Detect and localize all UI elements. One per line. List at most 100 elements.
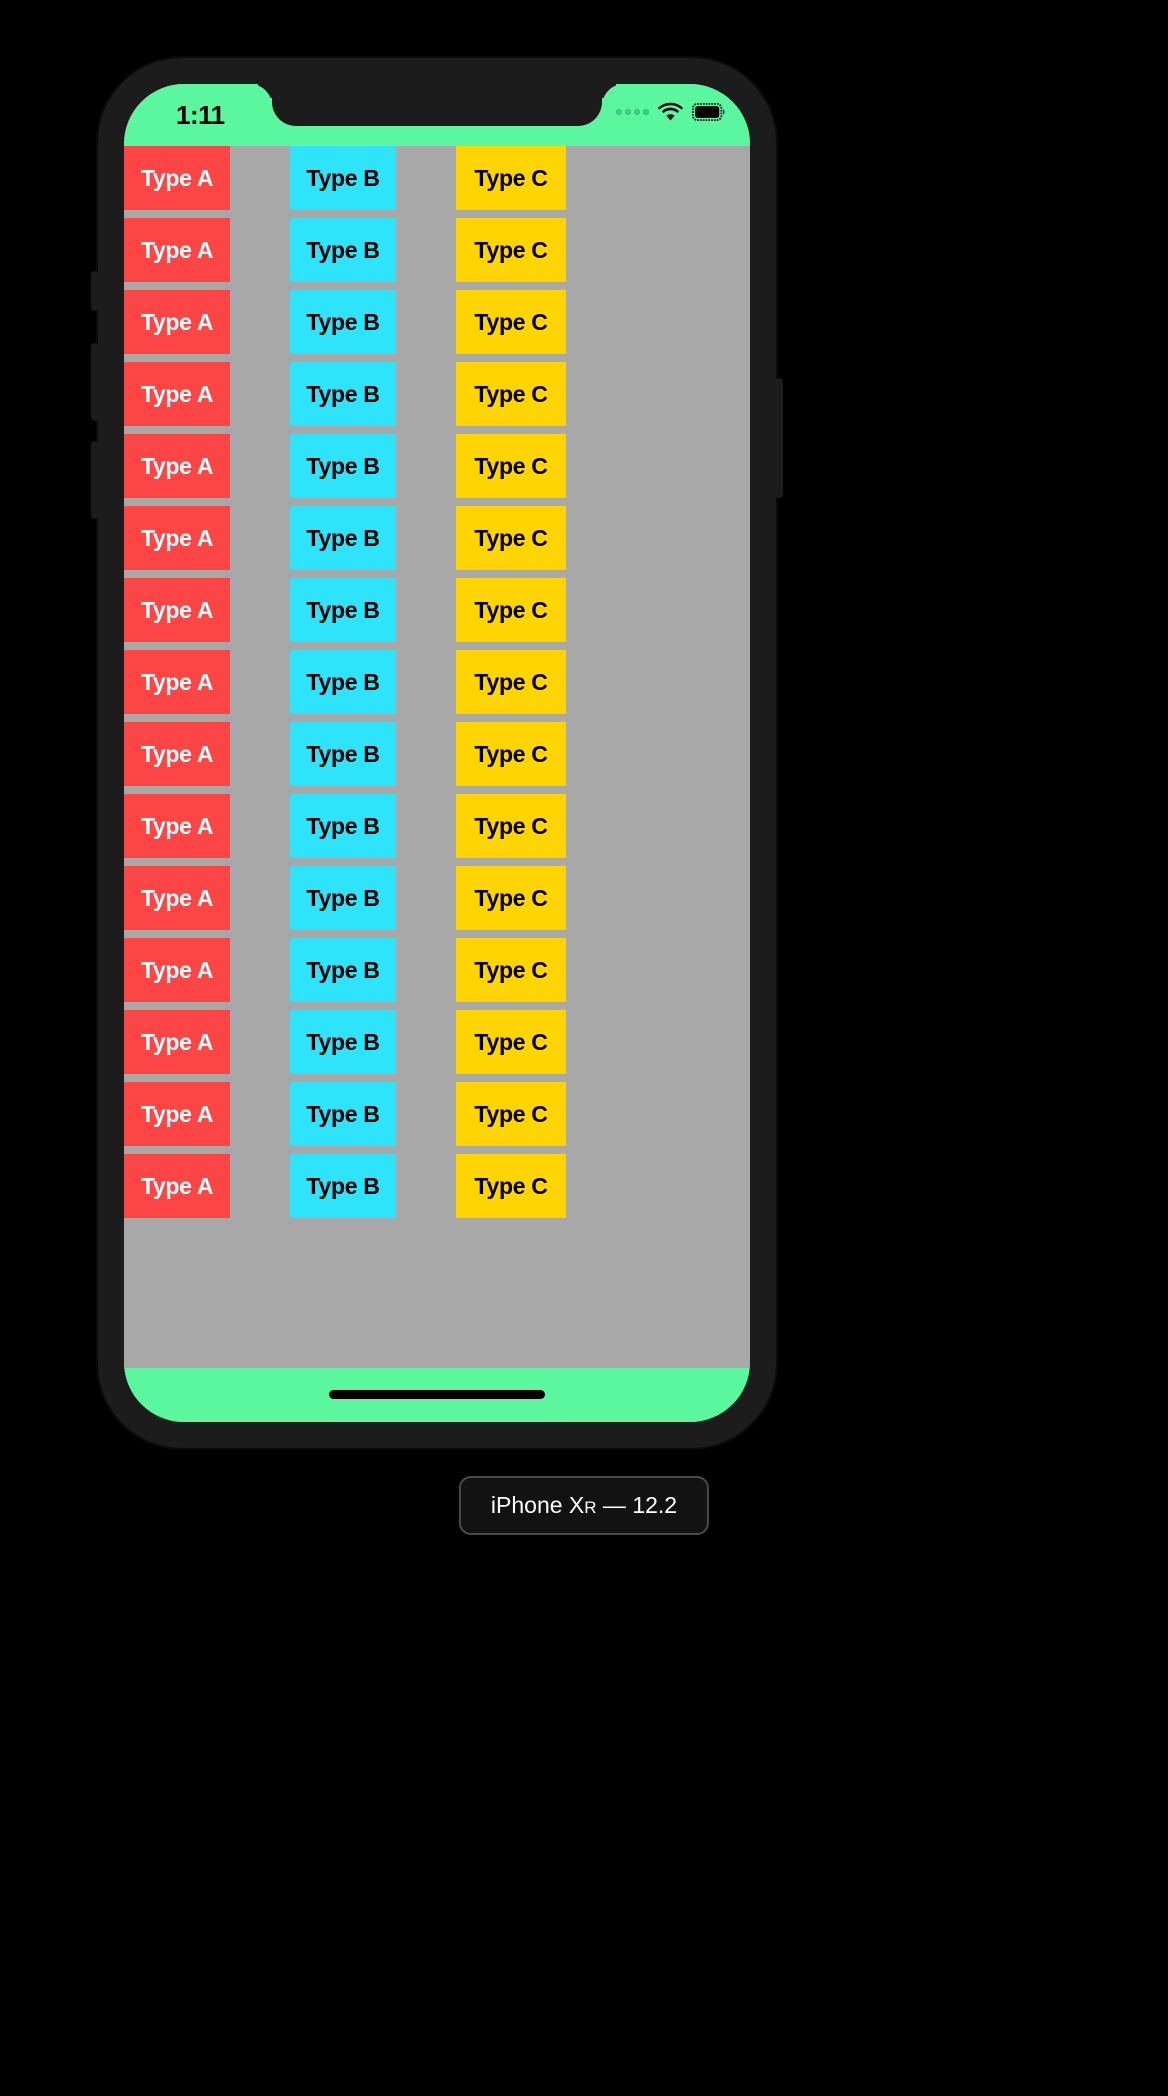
cell-type-b[interactable]: Type B [290, 1010, 396, 1074]
cell-gap [230, 722, 290, 786]
cell-type-c[interactable]: Type C [456, 1154, 566, 1218]
cell-type-a[interactable]: Type A [124, 1154, 230, 1218]
cell-gap [230, 794, 290, 858]
signal-dots-icon [616, 108, 649, 115]
table-row[interactable]: Type A Type B Type C [124, 506, 750, 570]
cell-type-c[interactable]: Type C [456, 1010, 566, 1074]
home-indicator[interactable] [329, 1390, 545, 1399]
table-row[interactable]: Type A Type B Type C [124, 290, 750, 354]
cell-type-a[interactable]: Type A [124, 794, 230, 858]
cell-type-c[interactable]: Type C [456, 362, 566, 426]
caption-device-name: iPhone X [490, 1492, 585, 1518]
cell-type-c[interactable]: Type C [456, 794, 566, 858]
cell-type-b[interactable]: Type B [290, 794, 396, 858]
table-row[interactable]: Type A Type B Type C [124, 794, 750, 858]
cell-type-a[interactable]: Type A [124, 1010, 230, 1074]
simulator-device-caption: iPhone XR — 12.2 [458, 1476, 710, 1535]
cell-type-c[interactable]: Type C [456, 434, 566, 498]
volume-up-button[interactable] [91, 343, 99, 421]
cell-type-c[interactable]: Type C [456, 650, 566, 714]
cell-gap [230, 1154, 290, 1218]
cell-gap [230, 506, 290, 570]
cell-gap [230, 1010, 290, 1074]
cell-gap [230, 218, 290, 282]
cell-type-b[interactable]: Type B [290, 866, 396, 930]
cell-gap [396, 1082, 456, 1146]
battery-icon [692, 102, 725, 121]
cell-type-a[interactable]: Type A [124, 1082, 230, 1146]
cell-gap [396, 290, 456, 354]
cell-type-a[interactable]: Type A [124, 938, 230, 1002]
cell-type-b[interactable]: Type B [290, 1154, 396, 1218]
cell-type-c[interactable]: Type C [456, 290, 566, 354]
wifi-icon [658, 102, 683, 121]
table-row[interactable]: Type A Type B Type C [124, 578, 750, 642]
cell-type-a[interactable]: Type A [124, 218, 230, 282]
cell-type-c[interactable]: Type C [456, 146, 566, 210]
table-row[interactable]: Type A Type B Type C [124, 218, 750, 282]
cell-type-a[interactable]: Type A [124, 146, 230, 210]
cell-gap [396, 1154, 456, 1218]
cell-type-a[interactable]: Type A [124, 362, 230, 426]
side-power-button[interactable] [775, 378, 783, 498]
volume-down-button[interactable] [91, 441, 99, 519]
cell-type-b[interactable]: Type B [290, 722, 396, 786]
simulator-stage: Type A Type B Type C Type A Type B Type C Type… [0, 0, 1168, 2096]
status-bar-indicators [616, 102, 726, 121]
cell-type-c[interactable]: Type C [456, 866, 566, 930]
cell-type-b[interactable]: Type B [290, 218, 396, 282]
cell-gap [396, 650, 456, 714]
table-row[interactable]: Type A Type B Type C [124, 938, 750, 1002]
cell-gap [230, 866, 290, 930]
cell-type-c[interactable]: Type C [456, 722, 566, 786]
table-row[interactable]: Type A Type B Type C [124, 1154, 750, 1218]
cell-type-b[interactable]: Type B [290, 578, 396, 642]
table-row[interactable]: Type A Type B Type C [124, 146, 750, 210]
home-indicator-area [124, 1368, 750, 1422]
cell-type-b[interactable]: Type B [290, 290, 396, 354]
cell-type-b[interactable]: Type B [290, 146, 396, 210]
cell-type-c[interactable]: Type C [456, 1082, 566, 1146]
cell-type-a[interactable]: Type A [124, 866, 230, 930]
table-row[interactable]: Type A Type B Type C [124, 434, 750, 498]
cell-type-c[interactable]: Type C [456, 938, 566, 1002]
cell-gap [396, 794, 456, 858]
cell-type-b[interactable]: Type B [290, 434, 396, 498]
table-row[interactable]: Type A Type B Type C [124, 722, 750, 786]
cell-gap [396, 938, 456, 1002]
device-screen[interactable]: Type A Type B Type C Type A Type B Type C Type… [124, 84, 750, 1422]
cell-type-a[interactable]: Type A [124, 578, 230, 642]
mute-switch-button[interactable] [91, 271, 99, 311]
cell-type-a[interactable]: Type A [124, 722, 230, 786]
cell-gap [230, 938, 290, 1002]
table-row[interactable]: Type A Type B Type C [124, 650, 750, 714]
cell-type-c[interactable]: Type C [456, 218, 566, 282]
cell-type-c[interactable]: Type C [456, 578, 566, 642]
device-frame: Type A Type B Type C Type A Type B Type C Type… [91, 58, 783, 1448]
cell-gap [230, 362, 290, 426]
cell-type-b[interactable]: Type B [290, 506, 396, 570]
cell-gap [396, 362, 456, 426]
table-row[interactable]: Type A Type B Type C [124, 362, 750, 426]
cell-type-a[interactable]: Type A [124, 290, 230, 354]
cell-gap [396, 218, 456, 282]
cell-type-b[interactable]: Type B [290, 650, 396, 714]
cell-type-a[interactable]: Type A [124, 506, 230, 570]
cell-gap [230, 290, 290, 354]
cell-gap [396, 722, 456, 786]
table-row[interactable]: Type A Type B Type C [124, 866, 750, 930]
cell-type-b[interactable]: Type B [290, 938, 396, 1002]
cell-type-a[interactable]: Type A [124, 650, 230, 714]
cell-gap [396, 434, 456, 498]
type-list-scroll-area[interactable]: Type A Type B Type C Type A Type B Type C Type… [124, 146, 750, 1368]
device-notch [272, 84, 602, 126]
cell-gap [230, 1082, 290, 1146]
cell-gap [230, 146, 290, 210]
table-row[interactable]: Type A Type B Type C [124, 1082, 750, 1146]
cell-type-b[interactable]: Type B [290, 362, 396, 426]
cell-type-a[interactable]: Type A [124, 434, 230, 498]
table-row[interactable]: Type A Type B Type C [124, 1010, 750, 1074]
cell-gap [396, 578, 456, 642]
cell-type-c[interactable]: Type C [456, 506, 566, 570]
cell-type-b[interactable]: Type B [290, 1082, 396, 1146]
